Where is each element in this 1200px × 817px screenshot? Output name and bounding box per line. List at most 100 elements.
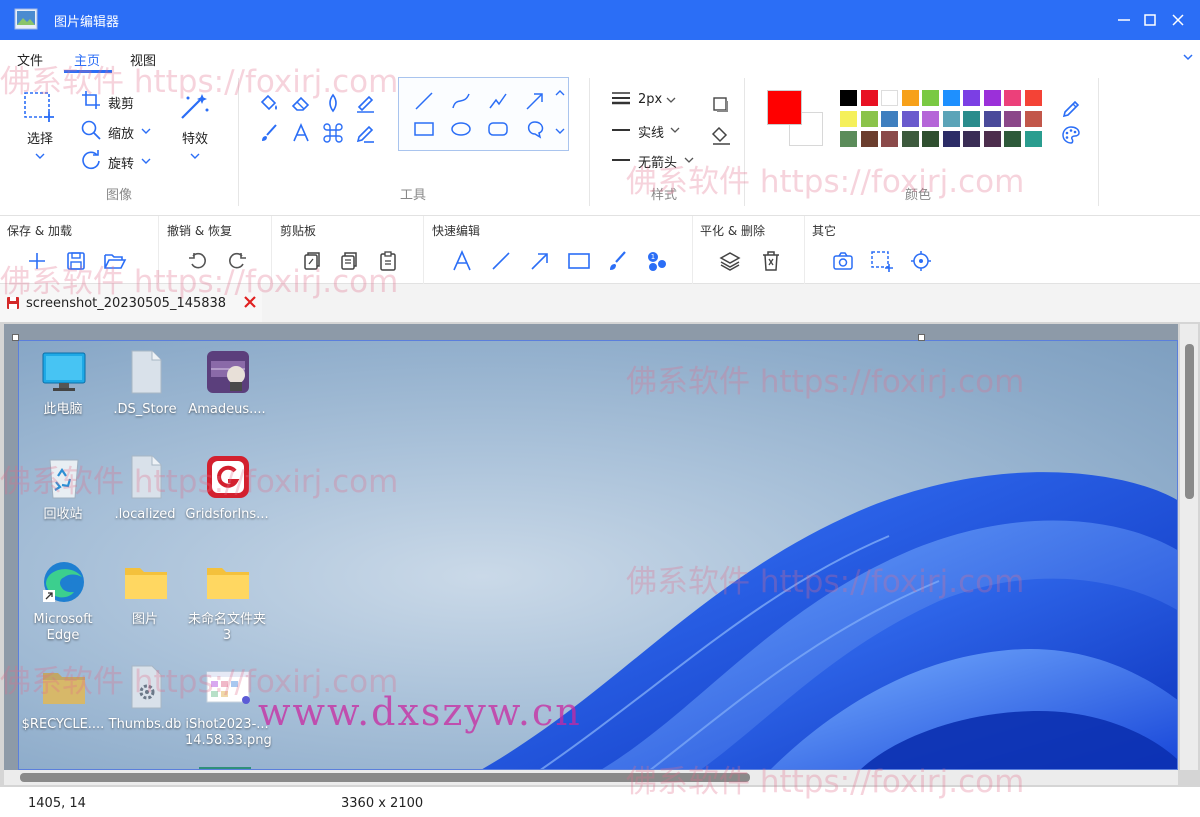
menu-file[interactable]: 文件 — [17, 50, 43, 69]
palette-color-swatch[interactable] — [861, 111, 878, 127]
fill-bucket-icon[interactable] — [258, 92, 280, 114]
primary-color-swatch[interactable] — [767, 90, 802, 125]
palette-color-swatch[interactable] — [1004, 90, 1021, 106]
palette-color-swatch[interactable] — [984, 111, 1001, 127]
line-width-chevron-icon[interactable] — [666, 96, 676, 104]
palette-color-swatch[interactable] — [840, 90, 857, 106]
cut-icon[interactable] — [300, 250, 322, 272]
undo-icon[interactable] — [187, 250, 209, 272]
select-chevron-icon[interactable] — [35, 152, 45, 160]
edit-color-icon[interactable] — [1060, 96, 1082, 118]
vertical-scrollbar[interactable] — [1180, 324, 1198, 770]
line-width-value[interactable]: 2px — [638, 92, 662, 107]
zoom-label[interactable]: 缩放 — [108, 123, 134, 142]
horizontal-scroll-thumb[interactable] — [20, 773, 750, 782]
palette-color-swatch[interactable] — [902, 111, 919, 127]
palette-color-swatch[interactable] — [1004, 111, 1021, 127]
palette-color-swatch[interactable] — [922, 111, 939, 127]
palette-color-swatch[interactable] — [963, 131, 980, 147]
copy-icon[interactable] — [338, 250, 360, 272]
line-style-icon[interactable] — [612, 129, 630, 131]
palette-color-swatch[interactable] — [943, 111, 960, 127]
target-icon[interactable] — [910, 250, 932, 272]
rotate-icon[interactable] — [80, 149, 102, 171]
highlighter-icon[interactable] — [354, 92, 376, 114]
curve-shape-icon[interactable] — [450, 90, 472, 112]
crop-icon[interactable] — [80, 89, 102, 111]
step-number-icon[interactable]: 1 — [645, 250, 667, 272]
resize-handle[interactable] — [12, 334, 19, 341]
ellipse-shape-icon[interactable] — [450, 118, 472, 140]
document-tab[interactable]: screenshot_20230505_145838 — [0, 284, 262, 322]
rotate-label[interactable]: 旋转 — [108, 153, 134, 172]
eraser-icon[interactable] — [290, 92, 312, 114]
save-icon[interactable] — [65, 250, 87, 272]
text-tool-icon[interactable] — [290, 122, 312, 144]
collapse-ribbon-icon[interactable] — [1182, 52, 1194, 62]
vertical-scroll-thumb[interactable] — [1185, 344, 1194, 499]
line-width-icon[interactable] — [612, 91, 630, 105]
menu-view[interactable]: 视图 — [130, 50, 156, 69]
quick-line-icon[interactable] — [490, 250, 512, 272]
arrow-shape-icon[interactable] — [524, 90, 546, 112]
palette-color-swatch[interactable] — [984, 90, 1001, 106]
horizontal-scrollbar[interactable] — [4, 770, 1178, 785]
palette-color-swatch[interactable] — [984, 131, 1001, 147]
rotate-chevron-icon[interactable] — [141, 157, 151, 165]
palette-color-swatch[interactable] — [861, 131, 878, 147]
minimize-button[interactable] — [1112, 8, 1136, 32]
fill-style-icon[interactable] — [710, 124, 732, 146]
gallery-up-icon[interactable] — [554, 88, 566, 98]
quick-brush-icon[interactable] — [606, 250, 628, 272]
close-button[interactable] — [1166, 8, 1190, 32]
flatten-layers-icon[interactable] — [719, 250, 741, 272]
shadow-icon[interactable] — [710, 94, 732, 116]
resize-handle[interactable] — [918, 334, 925, 341]
arrow-style-value[interactable]: 无箭头 — [638, 152, 677, 171]
arrow-style-icon[interactable] — [612, 159, 630, 161]
command-icon[interactable] — [322, 122, 344, 144]
quick-text-icon[interactable] — [451, 250, 473, 272]
palette-color-swatch[interactable] — [902, 131, 919, 147]
edited-image[interactable]: 此电脑 .DS_Store Amadeus.... 回收站 .localized… — [18, 340, 1178, 770]
effects-icon[interactable] — [178, 92, 212, 122]
zoom-icon[interactable] — [80, 119, 102, 141]
palette-color-swatch[interactable] — [1025, 90, 1042, 106]
palette-color-swatch[interactable] — [881, 111, 898, 127]
callout-shape-icon[interactable] — [524, 118, 546, 140]
brush-icon[interactable] — [258, 122, 280, 144]
region-capture-icon[interactable] — [870, 250, 892, 272]
delete-icon[interactable] — [760, 250, 782, 272]
maximize-button[interactable] — [1138, 8, 1162, 32]
close-tab-icon[interactable] — [243, 295, 257, 309]
palette-color-swatch[interactable] — [963, 111, 980, 127]
select-button[interactable] — [22, 90, 58, 126]
quick-arrow-icon[interactable] — [529, 250, 551, 272]
paste-icon[interactable] — [377, 250, 399, 272]
palette-color-swatch[interactable] — [922, 90, 939, 106]
palette-color-swatch[interactable] — [963, 90, 980, 106]
zoom-chevron-icon[interactable] — [141, 127, 151, 135]
gallery-down-icon[interactable] — [554, 126, 566, 136]
camera-icon[interactable] — [832, 250, 854, 272]
new-icon[interactable] — [26, 250, 48, 272]
line-style-value[interactable]: 实线 — [638, 122, 664, 141]
redo-icon[interactable] — [226, 250, 248, 272]
effects-label[interactable]: 特效 — [182, 128, 208, 147]
palette-color-swatch[interactable] — [881, 90, 898, 106]
line-shape-icon[interactable] — [413, 90, 435, 112]
dropper-drop-icon[interactable] — [322, 92, 344, 114]
palette-color-swatch[interactable] — [840, 131, 857, 147]
open-folder-icon[interactable] — [103, 250, 125, 272]
palette-color-swatch[interactable] — [922, 131, 939, 147]
palette-color-swatch[interactable] — [1004, 131, 1021, 147]
menu-home[interactable]: 主页 — [74, 50, 100, 69]
arrow-style-chevron-icon[interactable] — [684, 156, 694, 164]
line-style-chevron-icon[interactable] — [670, 126, 680, 134]
polyline-shape-icon[interactable] — [487, 90, 509, 112]
palette-color-swatch[interactable] — [881, 131, 898, 147]
pen-icon[interactable] — [354, 122, 376, 144]
effects-chevron-icon[interactable] — [190, 152, 200, 160]
palette-color-swatch[interactable] — [1025, 111, 1042, 127]
palette-color-swatch[interactable] — [943, 131, 960, 147]
